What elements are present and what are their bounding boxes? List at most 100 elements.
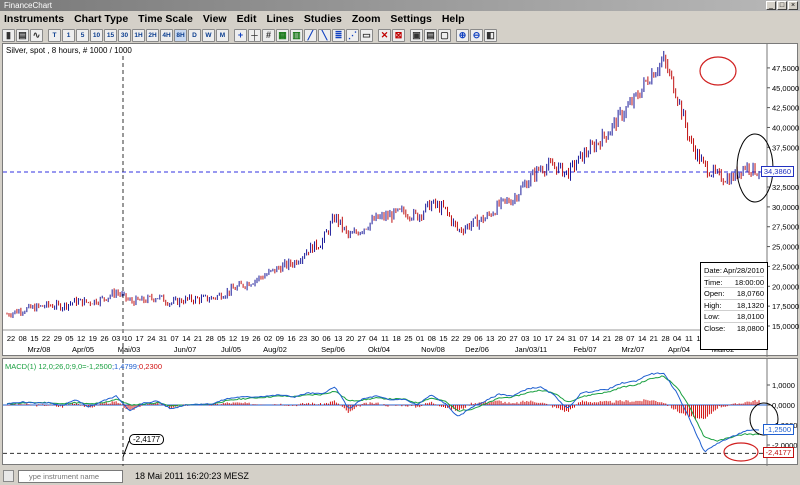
menu-edit[interactable]: Edit (233, 11, 263, 27)
info-date-label: Date: (704, 266, 722, 275)
table-icon[interactable]: ▦ (276, 28, 289, 42)
menu-help[interactable]: Help (438, 11, 471, 27)
price-x-day-label: 05 (217, 334, 225, 343)
price-x-day-label: 04 (673, 334, 681, 343)
maximize-button[interactable]: □ (777, 1, 787, 10)
price-x-day-label: 08 (19, 334, 27, 343)
price-x-day-label: 17 (135, 334, 143, 343)
fan-icon[interactable]: ⋰ (346, 28, 359, 42)
rectangle-icon[interactable]: ▭ (360, 28, 373, 42)
price-x-day-label: 01 (416, 334, 424, 343)
minimize-button[interactable]: _ (766, 1, 776, 10)
close-button[interactable]: × (788, 1, 798, 10)
price-x-day-label: 23 (299, 334, 307, 343)
price-x-month-label: Feb/07 (573, 345, 596, 354)
status-bar: 18 Mai 2011 16:20:23 MESZ (0, 467, 800, 485)
menu-instruments[interactable]: Instruments (0, 11, 70, 27)
delete-all-icon[interactable]: ⊠ (392, 28, 405, 42)
price-x-day-label: 28 (615, 334, 623, 343)
timescale-1-button[interactable]: 1 (62, 28, 75, 42)
chart-window-icon[interactable]: ▣ (410, 28, 423, 42)
menu-time-scale[interactable]: Time Scale (134, 11, 199, 27)
menu-studies[interactable]: Studies (300, 11, 348, 27)
line-chart-icon[interactable]: ∿ (30, 28, 43, 42)
price-x-day-label: 07 (626, 334, 634, 343)
price-y-tick-label: 17,5000 (772, 302, 799, 311)
info-close-value: 18,0800 (736, 323, 764, 333)
split-view-icon[interactable]: ◧ (484, 28, 497, 42)
price-x-month-label: Jun/07 (174, 345, 197, 354)
price-y-tick-label: 30,0000 (772, 203, 799, 212)
price-x-month-label: Apr/05 (72, 345, 94, 354)
trendline-icon[interactable]: ╱ (304, 28, 317, 42)
price-x-day-label: 21 (194, 334, 202, 343)
zoom-in-icon[interactable]: ⊕ (456, 28, 469, 42)
price-x-day-label: 20 (346, 334, 354, 343)
timescale-10-button[interactable]: 10 (90, 28, 103, 42)
candle-chart-icon[interactable]: ▤ (16, 28, 29, 42)
callout-pointer (122, 440, 130, 458)
zoom-out-icon[interactable]: ⊖ (470, 28, 483, 42)
bar-chart-icon[interactable]: ▮ (2, 28, 15, 42)
price-y-tick-label: 37,5000 (772, 143, 799, 152)
price-y-tick-label: 45,0000 (772, 84, 799, 93)
price-x-month-label: Aug/02 (263, 345, 287, 354)
menu-chart-type[interactable]: Chart Type (70, 11, 134, 27)
price-x-day-label: 15 (30, 334, 38, 343)
price-x-day-label: 07 (170, 334, 178, 343)
macd-current-tag: -1,2500 (762, 424, 794, 435)
fibonacci-icon[interactable]: ≣ (332, 28, 345, 42)
toolbar: ▮ ▤ ∿ T 1 5 10 15 30 1H 2H 4H 8H D W M + ┼ # ▦ ▥ ╱ ╲ ≣ ⋰ ▭ ✕ ⊠ ▣ ▤ ▢ ⊕ ⊖… (0, 27, 800, 43)
menu-settings[interactable]: Settings (386, 11, 437, 27)
timescale-t-button[interactable]: T (48, 28, 61, 42)
timescale-15-button[interactable]: 15 (104, 28, 117, 42)
price-x-month-label: Jul/05 (221, 345, 241, 354)
menu-view[interactable]: View (199, 11, 233, 27)
current-price-tag: 34,3860 (760, 166, 794, 178)
price-x-day-label: 22 (42, 334, 50, 343)
window-title: FinanceChart (4, 1, 53, 10)
price-x-day-label: 29 (463, 334, 471, 343)
print-icon[interactable]: ▤ (424, 28, 437, 42)
timescale-5-button[interactable]: 5 (76, 28, 89, 42)
price-x-day-label: 24 (556, 334, 564, 343)
grid-icon[interactable]: # (262, 28, 275, 42)
price-x-month-label: Okt/04 (368, 345, 390, 354)
parallel-line-icon[interactable]: ╲ (318, 28, 331, 42)
macd-study-label: MACD(1) 12,0;26,0;9,0=-1,2500;1,4799;0,2… (5, 362, 162, 371)
export-icon[interactable]: ▢ (438, 28, 451, 42)
macd-chart[interactable]: 1,00000,0000-1,0000-2,0000 (3, 359, 799, 466)
delete-icon[interactable]: ✕ (378, 28, 391, 42)
price-x-day-label: 03 (521, 334, 529, 343)
timescale-1h-button[interactable]: 1H (132, 28, 145, 42)
crosshair-icon[interactable]: + (234, 28, 247, 42)
price-x-day-label: 28 (661, 334, 669, 343)
price-x-day-label: 10 (124, 334, 132, 343)
menu-lines[interactable]: Lines (262, 11, 299, 27)
timescale-4h-button[interactable]: 4H (160, 28, 173, 42)
price-y-tick-label: 32,5000 (772, 183, 799, 192)
price-chart-pane[interactable]: 47,5000 45,0000 42,5000 40,0000 37,5000 32,50… (2, 43, 799, 357)
price-y-tick-label: 15,0000 (772, 322, 799, 331)
price-x-day-label: 14 (591, 334, 599, 343)
timescale-d-button[interactable]: D (188, 28, 201, 42)
timescale-m-button[interactable]: M (216, 28, 229, 42)
cursor-icon[interactable]: ┼ (248, 28, 261, 42)
price-x-month-label: Mrz/08 (28, 345, 51, 354)
macd-pane[interactable]: 1,00000,0000-1,0000-2,0000 MACD(1) 12,0;… (2, 358, 799, 466)
macd-min-tag: -2,4177 (762, 447, 794, 459)
title-bar: FinanceChart _ □ × (0, 0, 800, 11)
timescale-30-button[interactable]: 30 (118, 28, 131, 42)
price-x-month-label: Apr/04 (668, 345, 690, 354)
price-chart[interactable]: 47,5000 45,0000 42,5000 40,0000 37,5000 32,50… (3, 44, 799, 357)
timescale-w-button[interactable]: W (202, 28, 215, 42)
timescale-8h-button[interactable]: 8H (174, 28, 187, 42)
price-x-day-label: 09 (276, 334, 284, 343)
timescale-2h-button[interactable]: 2H (146, 28, 159, 42)
instrument-name-input[interactable] (18, 469, 123, 483)
macd-signal-line (6, 375, 760, 442)
macd-value-callout: -2,4177 (129, 434, 165, 445)
status-timestamp: 18 Mai 2011 16:20:23 MESZ (135, 471, 249, 481)
menu-zoom[interactable]: Zoom (348, 11, 387, 27)
volume-icon[interactable]: ▥ (290, 28, 303, 42)
